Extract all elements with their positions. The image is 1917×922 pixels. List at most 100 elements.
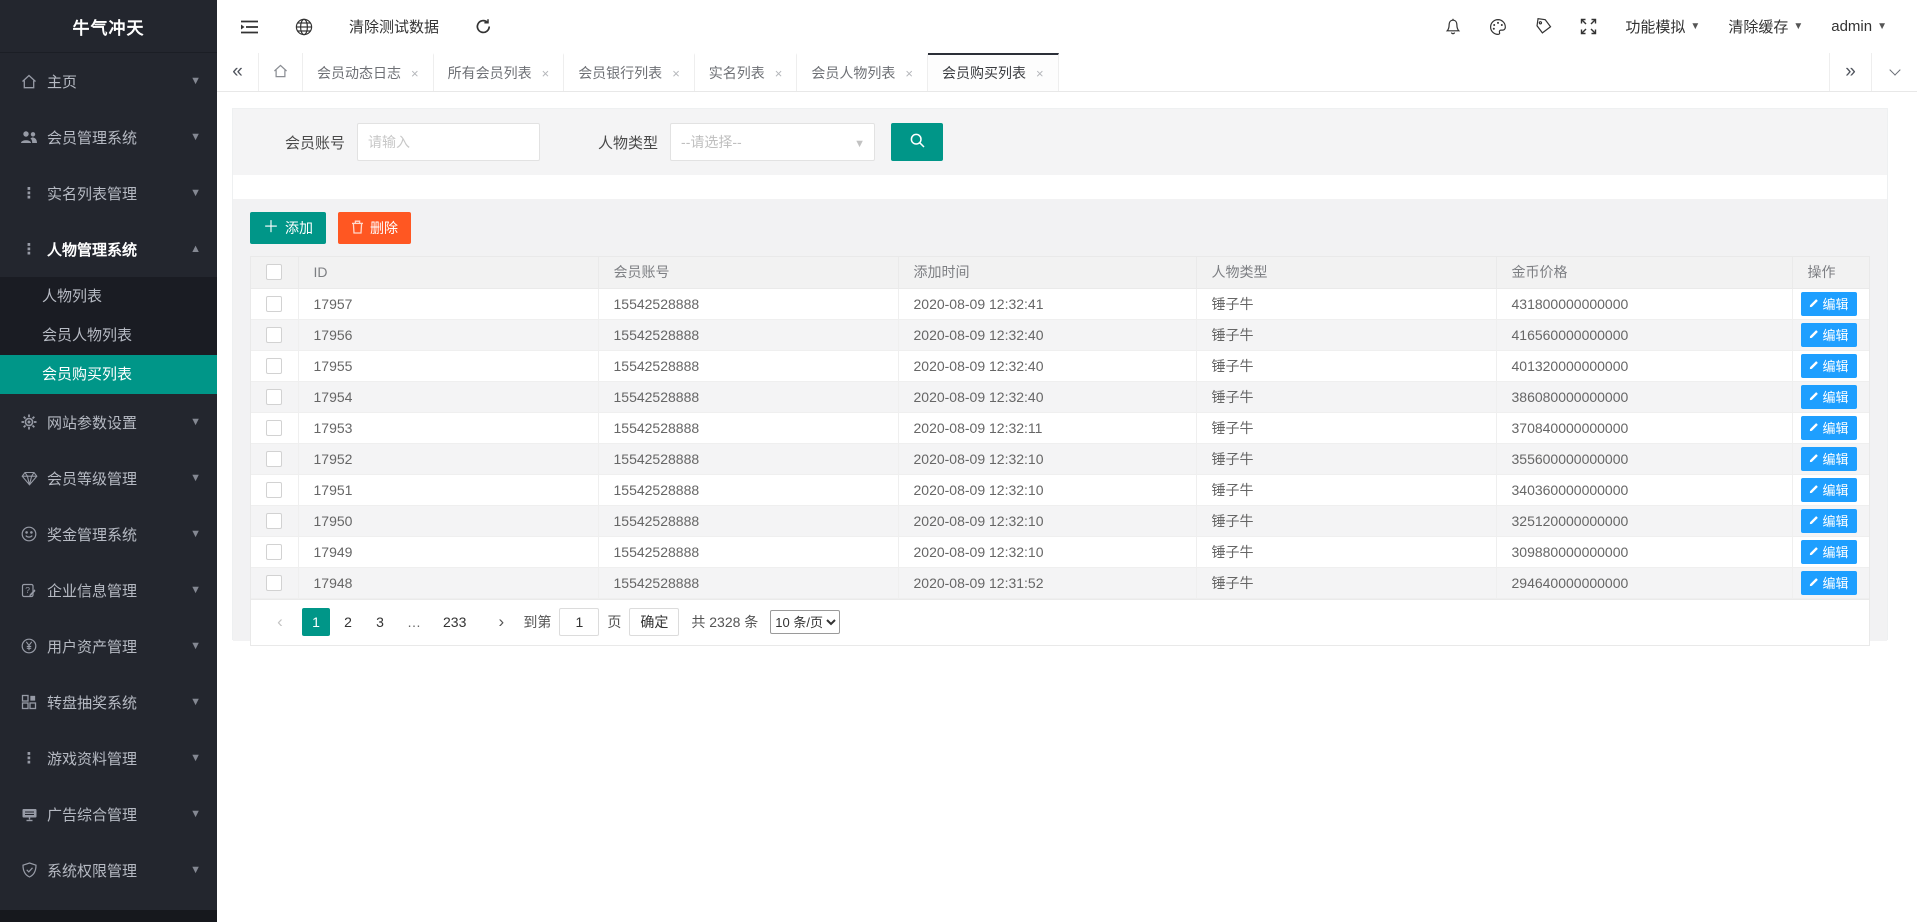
simulate-menu[interactable]: 功能模拟▼: [1625, 16, 1700, 37]
app-title: 牛气冲天: [0, 0, 217, 53]
cell-time: 2020-08-09 12:32:41: [898, 288, 1196, 319]
edit-button-label: 编辑: [1823, 418, 1849, 437]
sidebar-item-user-assets[interactable]: 用户资产管理▼: [0, 618, 217, 674]
close-icon[interactable]: ×: [411, 66, 419, 81]
goto-page-input[interactable]: [559, 608, 599, 636]
tab-label: 会员人物列表: [811, 63, 895, 83]
globe-icon[interactable]: [295, 18, 313, 36]
cell-type: 锤子牛: [1196, 350, 1496, 381]
page-button-2[interactable]: 2: [334, 608, 362, 636]
sidebar-item-game-data[interactable]: ⋮游戏资料管理▼: [0, 730, 217, 786]
sidebar-item-system-permission[interactable]: 系统权限管理▼: [0, 842, 217, 898]
select-all-checkbox[interactable]: [266, 264, 282, 280]
sidebar-item-character-list[interactable]: 人物列表: [0, 277, 217, 316]
edit-button[interactable]: 编辑: [1801, 292, 1857, 316]
edit-button[interactable]: 编辑: [1801, 385, 1857, 409]
row-checkbox[interactable]: [266, 327, 282, 343]
row-checkbox[interactable]: [266, 451, 282, 467]
cell-id: 17957: [298, 288, 598, 319]
tab-member-bank-list[interactable]: 会员银行列表×: [564, 53, 695, 91]
sidebar-item-member-level[interactable]: 会员等级管理▼: [0, 450, 217, 506]
add-button[interactable]: ＋ 添加: [250, 212, 326, 244]
edit-button[interactable]: 编辑: [1801, 540, 1857, 564]
row-checkbox[interactable]: [266, 513, 282, 529]
sidebar-item-site-params[interactable]: 网站参数设置▼: [0, 394, 217, 450]
edit-button[interactable]: 编辑: [1801, 323, 1857, 347]
user-menu[interactable]: admin▼: [1831, 18, 1887, 35]
edit-button[interactable]: 编辑: [1801, 416, 1857, 440]
clear-cache-menu[interactable]: 清除缓存▼: [1728, 16, 1803, 37]
tag-icon[interactable]: [1535, 18, 1552, 35]
row-checkbox[interactable]: [266, 544, 282, 560]
row-checkbox[interactable]: [266, 358, 282, 374]
close-icon[interactable]: ×: [672, 66, 680, 81]
cell-checkbox: [251, 288, 298, 319]
row-checkbox[interactable]: [266, 482, 282, 498]
sidebar-item-character-management[interactable]: ⋮人物管理系统▲: [0, 221, 217, 277]
tab-member-dynamic-log[interactable]: 会员动态日志×: [303, 53, 434, 91]
page-button-233[interactable]: 233: [434, 608, 475, 636]
delete-button[interactable]: 删除: [338, 212, 411, 244]
tab-member-character-list[interactable]: 会员人物列表 ×: [797, 53, 928, 91]
search-button[interactable]: [891, 123, 943, 161]
fullscreen-icon[interactable]: [1580, 18, 1597, 35]
per-page-select[interactable]: 10 条/页: [770, 610, 840, 634]
edit-button[interactable]: 编辑: [1801, 509, 1857, 533]
tab-all-member-list[interactable]: 所有会员列表×: [434, 53, 565, 91]
search-icon: [909, 132, 926, 152]
dots-icon: ⋮: [18, 242, 40, 257]
sidebar-item-ad-management[interactable]: 广告综合管理▼: [0, 786, 217, 842]
edit-button-label: 编辑: [1823, 449, 1849, 468]
row-checkbox[interactable]: [266, 296, 282, 312]
cell-id: 17952: [298, 443, 598, 474]
sidebar-item-member-purchase-list[interactable]: 会员购买列表: [0, 355, 217, 394]
close-icon[interactable]: ×: [905, 66, 913, 81]
prev-page-button[interactable]: ‹: [266, 608, 294, 636]
cell-price: 355600000000000: [1496, 443, 1792, 474]
cell-id: 17955: [298, 350, 598, 381]
sidebar-item-label: 奖金管理系统: [47, 524, 190, 545]
clear-test-data-button[interactable]: 清除测试数据: [349, 16, 439, 37]
sidebar-item-enterprise-info[interactable]: ?企业信息管理▼: [0, 562, 217, 618]
cell-id: 17950: [298, 505, 598, 536]
edit-button[interactable]: 编辑: [1801, 478, 1857, 502]
refresh-icon[interactable]: [475, 18, 492, 35]
tabs-scroll-left[interactable]: «: [217, 53, 259, 91]
cell-actions: 编辑: [1792, 412, 1869, 443]
tabs-menu-button[interactable]: [1871, 53, 1917, 91]
edit-button[interactable]: 编辑: [1801, 354, 1857, 378]
close-icon[interactable]: ×: [775, 66, 783, 81]
close-icon[interactable]: ×: [1036, 66, 1044, 81]
tabs-scroll-right[interactable]: »: [1829, 53, 1871, 91]
col-header-type: 人物类型: [1196, 257, 1496, 288]
edit-button[interactable]: 编辑: [1801, 571, 1857, 595]
character-type-select[interactable]: --请选择--: [670, 123, 875, 161]
sidebar-item-home[interactable]: 主页▼: [0, 53, 217, 109]
sidebar: 牛气冲天 主页▼会员管理系统▼⋮实名列表管理▼⋮人物管理系统▲人物列表会员人物列…: [0, 0, 217, 922]
palette-icon[interactable]: [1489, 18, 1507, 36]
sidebar-item-realname-list[interactable]: ⋮实名列表管理▼: [0, 165, 217, 221]
row-checkbox[interactable]: [266, 420, 282, 436]
row-checkbox[interactable]: [266, 575, 282, 591]
account-input[interactable]: [357, 123, 540, 161]
tab-member-purchase-list[interactable]: 会员购买列表×: [928, 53, 1059, 91]
page-button-3[interactable]: 3: [366, 608, 394, 636]
row-checkbox[interactable]: [266, 389, 282, 405]
sidebar-item-member-management[interactable]: 会员管理系统▼: [0, 109, 217, 165]
page-button-1[interactable]: 1: [302, 608, 330, 636]
close-icon[interactable]: ×: [542, 66, 550, 81]
collapse-sidebar-icon[interactable]: [240, 19, 259, 35]
sidebar-item-bonus-management[interactable]: 奖金管理系统▼: [0, 506, 217, 562]
edit-button[interactable]: 编辑: [1801, 447, 1857, 471]
cell-account: 15542528888: [598, 536, 898, 567]
pencil-icon: [1809, 327, 1819, 342]
tab-home[interactable]: [259, 53, 303, 91]
sidebar-item-lottery-wheel[interactable]: 转盘抽奖系统▼: [0, 674, 217, 730]
confirm-page-button[interactable]: 确定: [629, 608, 679, 636]
bell-icon[interactable]: [1445, 18, 1461, 36]
next-page-button[interactable]: ›: [487, 608, 515, 636]
tab-realname-list[interactable]: 实名列表 ×: [695, 53, 798, 91]
monitor-icon: [18, 807, 40, 822]
tab-label: 实名列表: [709, 63, 765, 83]
sidebar-item-member-character-list[interactable]: 会员人物列表: [0, 316, 217, 355]
